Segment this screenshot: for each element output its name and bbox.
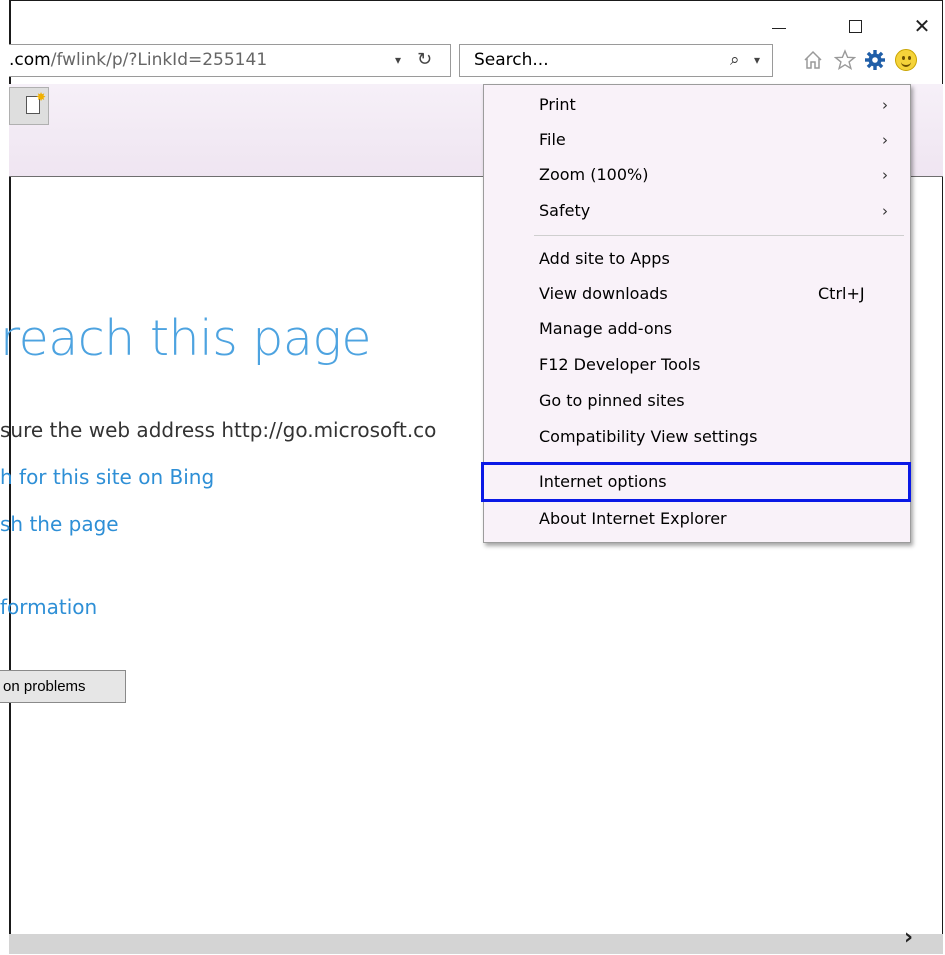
error-description: sure the web address http://go.microsoft… <box>0 418 437 442</box>
menu-item-file[interactable]: File › <box>484 123 910 157</box>
menu-item-go-to-pinned-sites[interactable]: Go to pinned sites <box>484 384 910 418</box>
tools-menu: Print › File › Zoom (100%) › Safety › Ad… <box>481 84 911 543</box>
submenu-arrow-icon: › <box>882 166 888 184</box>
search-input[interactable]: Search... ⌕ ▾ <box>459 44 773 77</box>
tools-gear-icon[interactable] <box>862 47 888 73</box>
submenu-arrow-icon: › <box>882 131 888 149</box>
more-information-link[interactable]: formation <box>0 595 97 619</box>
menu-item-add-site-to-apps[interactable]: Add site to Apps <box>484 242 910 276</box>
submenu-arrow-icon: › <box>882 202 888 220</box>
highlight-box <box>481 462 911 502</box>
new-tab-button[interactable]: ✸ <box>9 87 49 125</box>
menu-item-manage-add-ons[interactable]: Manage add-ons <box>484 312 910 346</box>
shortcut-label: Ctrl+J <box>818 284 865 303</box>
url-path: /fwlink/p/?LinkId=255141 <box>50 50 268 70</box>
search-bing-link[interactable]: h for this site on Bing <box>0 465 214 489</box>
search-dropdown-icon[interactable]: ▾ <box>754 45 760 76</box>
feedback-smiley-icon[interactable] <box>893 47 919 73</box>
scroll-right-icon[interactable]: › <box>904 925 913 950</box>
search-icon[interactable]: ⌕ <box>730 45 740 76</box>
fix-connection-problems-button[interactable]: on problems <box>0 670 126 703</box>
maximize-icon <box>848 19 862 33</box>
page-title: reach this page <box>0 310 371 367</box>
search-placeholder: Search... <box>474 50 549 70</box>
url-domain: .com <box>9 50 51 70</box>
horizontal-scrollbar[interactable] <box>9 934 943 954</box>
refresh-page-link[interactable]: sh the page <box>0 512 119 536</box>
close-button[interactable]: ✕ <box>907 13 937 39</box>
favorites-star-icon[interactable] <box>832 47 858 73</box>
menu-item-safety[interactable]: Safety › <box>484 194 910 228</box>
menu-item-zoom[interactable]: Zoom (100%) › <box>484 158 910 192</box>
refresh-icon[interactable]: ↻ <box>417 44 432 75</box>
home-icon[interactable] <box>800 47 826 73</box>
address-bar[interactable]: .com/fwlink/p/?LinkId=255141 ▾ ↻ <box>9 44 451 77</box>
menu-separator <box>534 235 904 236</box>
menu-item-view-downloads[interactable]: View downloads Ctrl+J <box>484 277 910 311</box>
minimize-icon <box>772 27 786 29</box>
submenu-arrow-icon: › <box>882 96 888 114</box>
maximize-button[interactable] <box>840 13 870 39</box>
menu-item-about-internet-explorer[interactable]: About Internet Explorer <box>484 502 910 536</box>
menu-item-f12-developer-tools[interactable]: F12 Developer Tools <box>484 348 910 382</box>
minimize-button[interactable] <box>764 13 794 39</box>
menu-item-compatibility-view-settings[interactable]: Compatibility View settings <box>484 420 910 454</box>
address-dropdown-icon[interactable]: ▾ <box>395 45 401 76</box>
menu-item-print[interactable]: Print › <box>484 88 910 122</box>
close-icon: ✕ <box>913 14 931 38</box>
